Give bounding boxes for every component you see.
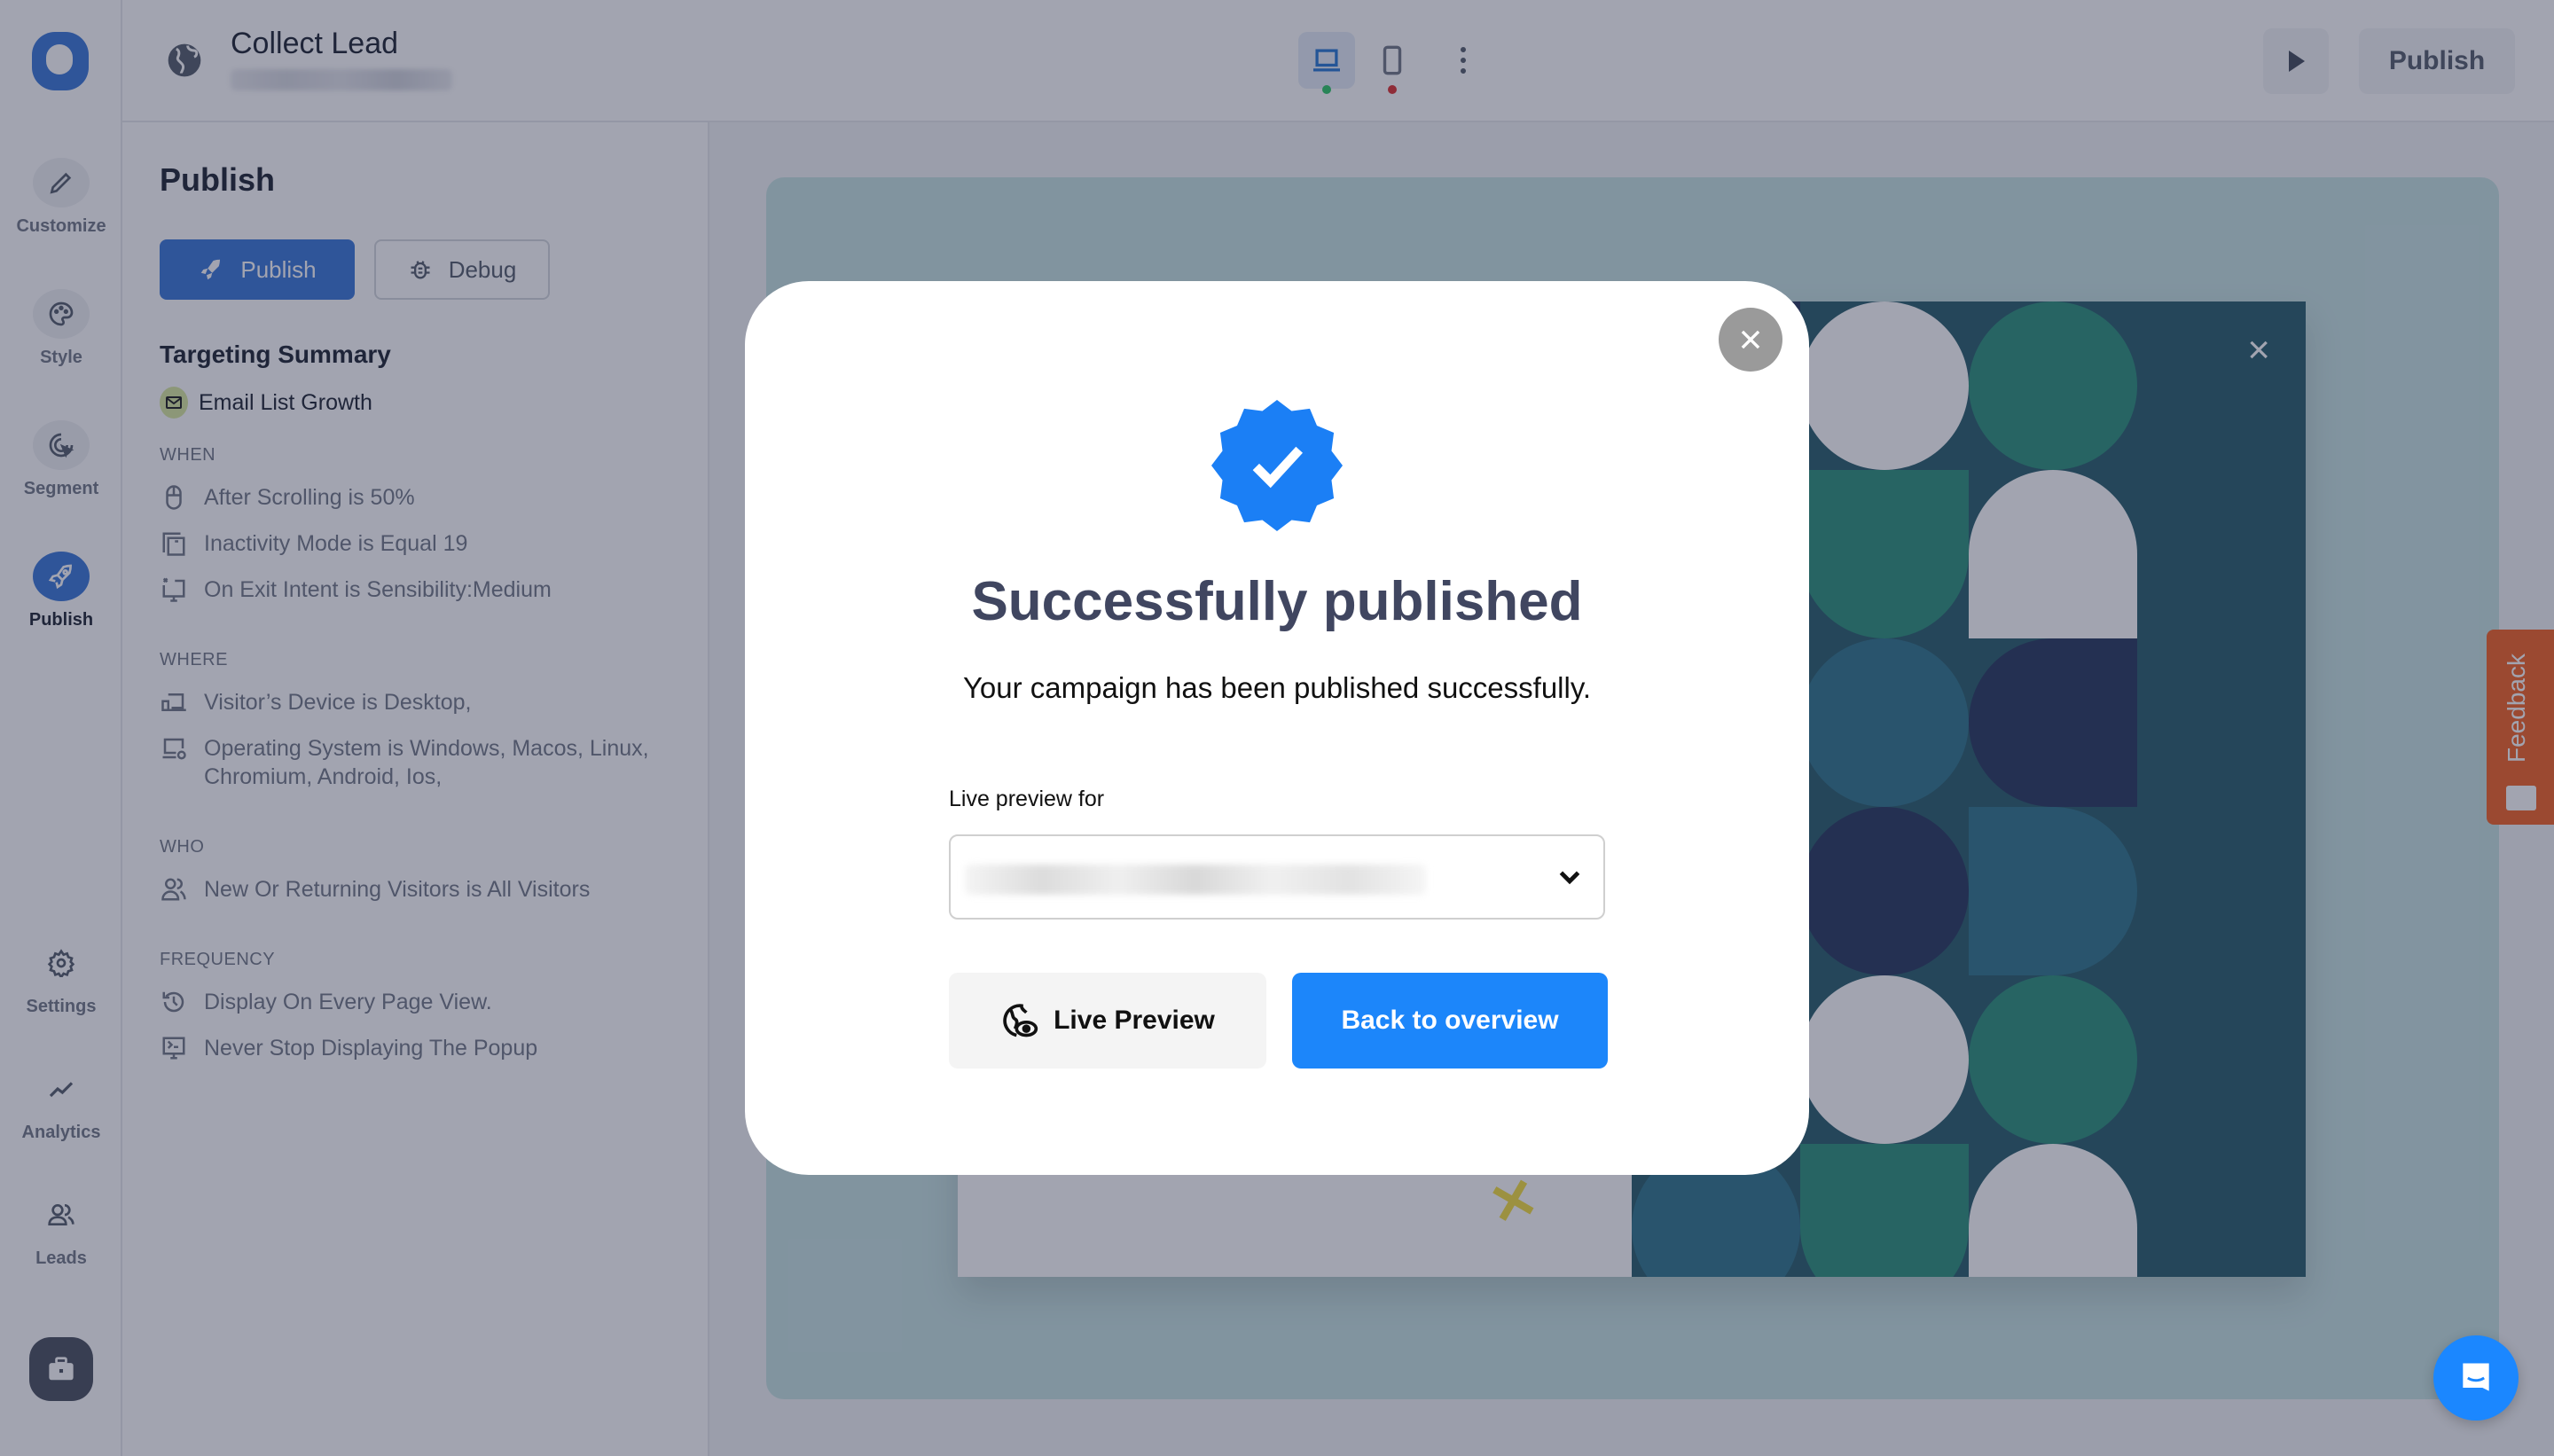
modal-title: Successfully published [971, 571, 1583, 632]
back-to-overview-button[interactable]: Back to overview [1292, 973, 1608, 1069]
publish-success-modal: Successfully published Your campaign has… [745, 281, 1809, 1175]
chevron-down-icon [1559, 871, 1580, 885]
selected-url-redacted [965, 865, 1426, 895]
live-preview-label: Live Preview [1054, 1006, 1215, 1035]
support-chat-button[interactable] [2433, 1335, 2519, 1421]
live-preview-button[interactable]: Live Preview [949, 973, 1266, 1069]
close-icon [1741, 330, 1760, 349]
modal-close-button[interactable] [1719, 308, 1782, 372]
globe-eye-icon [1003, 1004, 1038, 1037]
live-preview-for-label: Live preview for [949, 787, 1105, 811]
modal-subtitle: Your campaign has been published success… [962, 671, 1592, 704]
chat-icon [2463, 1363, 2489, 1391]
verified-badge-icon [1211, 400, 1343, 531]
live-preview-url-select[interactable] [949, 834, 1605, 920]
